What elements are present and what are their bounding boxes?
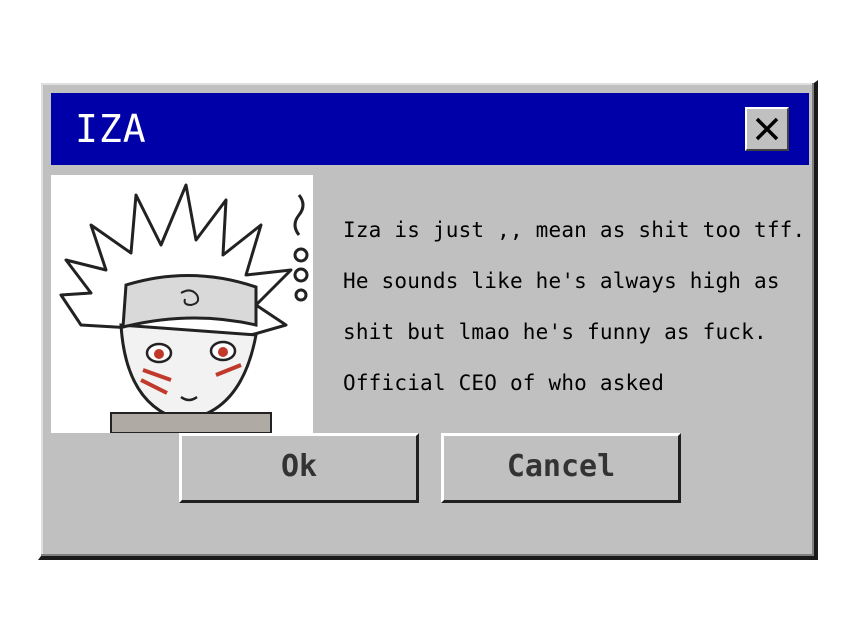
- close-icon: [755, 117, 779, 141]
- anime-character-avatar: [51, 175, 313, 433]
- cancel-button[interactable]: Cancel: [441, 433, 681, 503]
- window-title: IZA: [75, 107, 147, 151]
- close-button[interactable]: [745, 107, 789, 151]
- dialog-window: IZA Iza is just ,, mean as shit too tff.…: [38, 80, 818, 560]
- title-bar[interactable]: IZA: [51, 93, 809, 165]
- dialog-message: Iza is just ,, mean as shit too tff. He …: [343, 218, 806, 395]
- avatar-image: [51, 175, 313, 433]
- ok-button[interactable]: Ok: [179, 433, 419, 503]
